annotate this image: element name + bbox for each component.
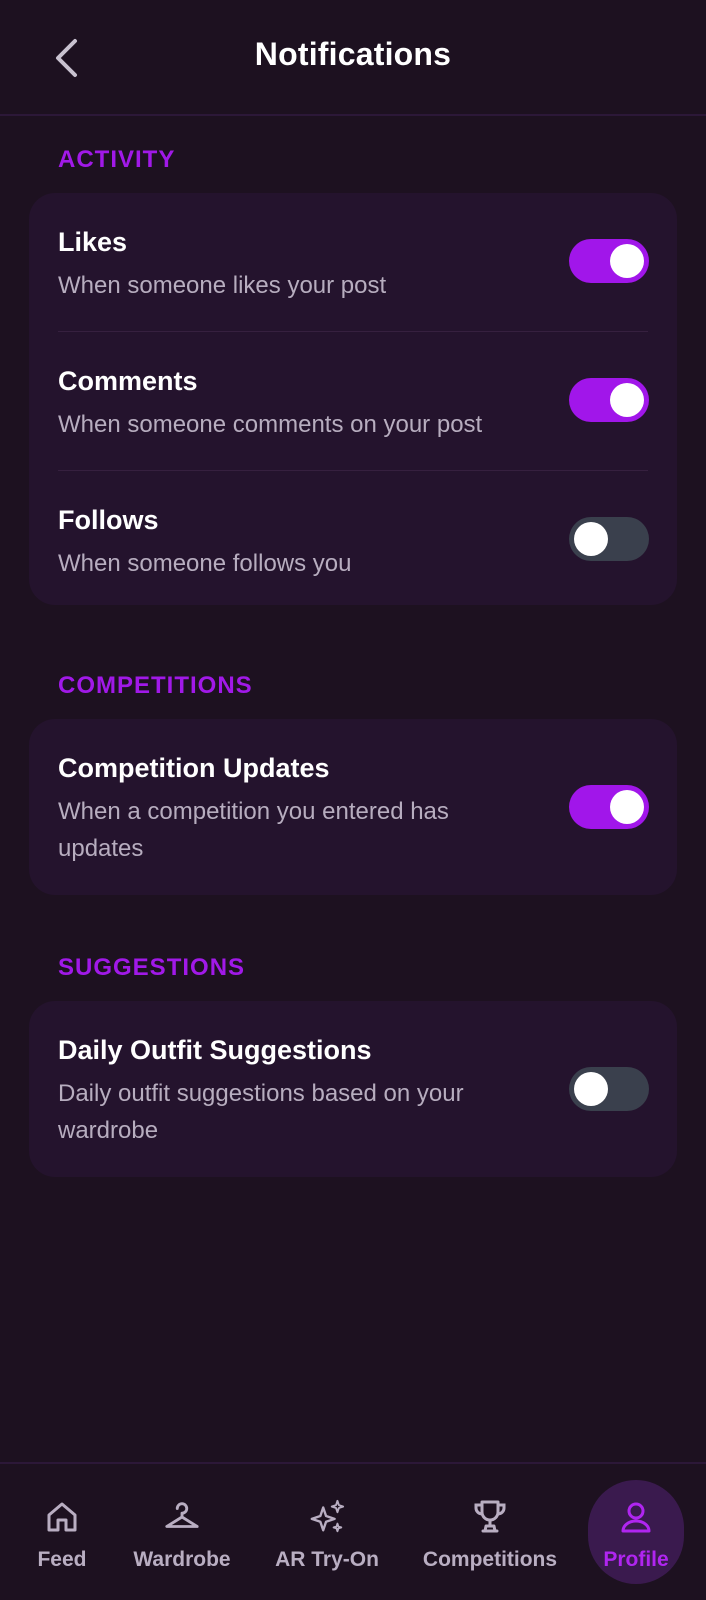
likes-toggle[interactable] [569, 239, 649, 283]
setting-description: When someone follows you [58, 550, 352, 577]
nav-label: Feed [37, 1548, 87, 1571]
toggle-knob [610, 383, 644, 417]
person-icon [617, 1498, 655, 1536]
nav-item-ar-try-on[interactable]: AR Try-On [272, 1480, 382, 1584]
suggestions-card: Daily Outfit Suggestions Daily outfit su… [29, 1001, 677, 1177]
sparkles-icon [308, 1498, 346, 1536]
hanger-icon [163, 1498, 201, 1536]
toggle-knob [610, 244, 644, 278]
setting-title: Likes [58, 227, 128, 257]
setting-title: Daily Outfit Suggestions [58, 1035, 372, 1065]
notifications-screen: Notifications ACTIVITY Likes When someon… [0, 0, 706, 1600]
section-label-activity: ACTIVITY [58, 146, 176, 173]
competition-updates-toggle[interactable] [569, 785, 649, 829]
setting-row-follows: Follows When someone follows you [29, 471, 677, 610]
setting-title: Comments [58, 366, 198, 396]
nav-label: Competitions [422, 1548, 558, 1571]
setting-description: When someone comments on your post [58, 411, 483, 438]
nav-label: Profile [603, 1548, 669, 1571]
daily-outfit-suggestions-toggle[interactable] [569, 1067, 649, 1111]
toggle-knob [610, 790, 644, 824]
follows-toggle[interactable] [569, 517, 649, 561]
setting-row-comments: Comments When someone comments on your p… [29, 332, 677, 471]
setting-title: Follows [58, 505, 159, 535]
toggle-knob [574, 1072, 608, 1106]
setting-row-daily-outfit-suggestions: Daily Outfit Suggestions Daily outfit su… [29, 1001, 677, 1177]
nav-label: Wardrobe [133, 1548, 231, 1571]
bottom-navigation: Feed Wardrobe AR Try-On Competitions Pro… [0, 1462, 706, 1600]
nav-item-wardrobe[interactable]: Wardrobe [128, 1480, 236, 1584]
setting-title: Competition Updates [58, 753, 330, 783]
trophy-icon [471, 1498, 509, 1536]
home-icon [43, 1498, 81, 1536]
setting-description: Daily outfit suggestions based on your w… [58, 1080, 464, 1144]
competitions-card: Competition Updates When a competition y… [29, 719, 677, 895]
nav-item-profile[interactable]: Profile [588, 1480, 684, 1584]
section-label-suggestions: SUGGESTIONS [58, 954, 246, 981]
setting-row-likes: Likes When someone likes your post [29, 193, 677, 332]
page-title: Notifications [254, 36, 452, 72]
app-header: Notifications [0, 0, 706, 116]
nav-item-competitions[interactable]: Competitions [414, 1480, 566, 1584]
comments-toggle[interactable] [569, 378, 649, 422]
setting-description: When a competition you entered has updat… [58, 798, 449, 862]
toggle-knob [574, 522, 608, 556]
setting-row-competition-updates: Competition Updates When a competition y… [29, 719, 677, 895]
activity-card: Likes When someone likes your post Comme… [29, 193, 677, 605]
setting-description: When someone likes your post [58, 272, 387, 299]
section-label-competitions: COMPETITIONS [58, 672, 253, 699]
nav-label: AR Try-On [275, 1548, 379, 1571]
nav-item-feed[interactable]: Feed [26, 1480, 98, 1584]
